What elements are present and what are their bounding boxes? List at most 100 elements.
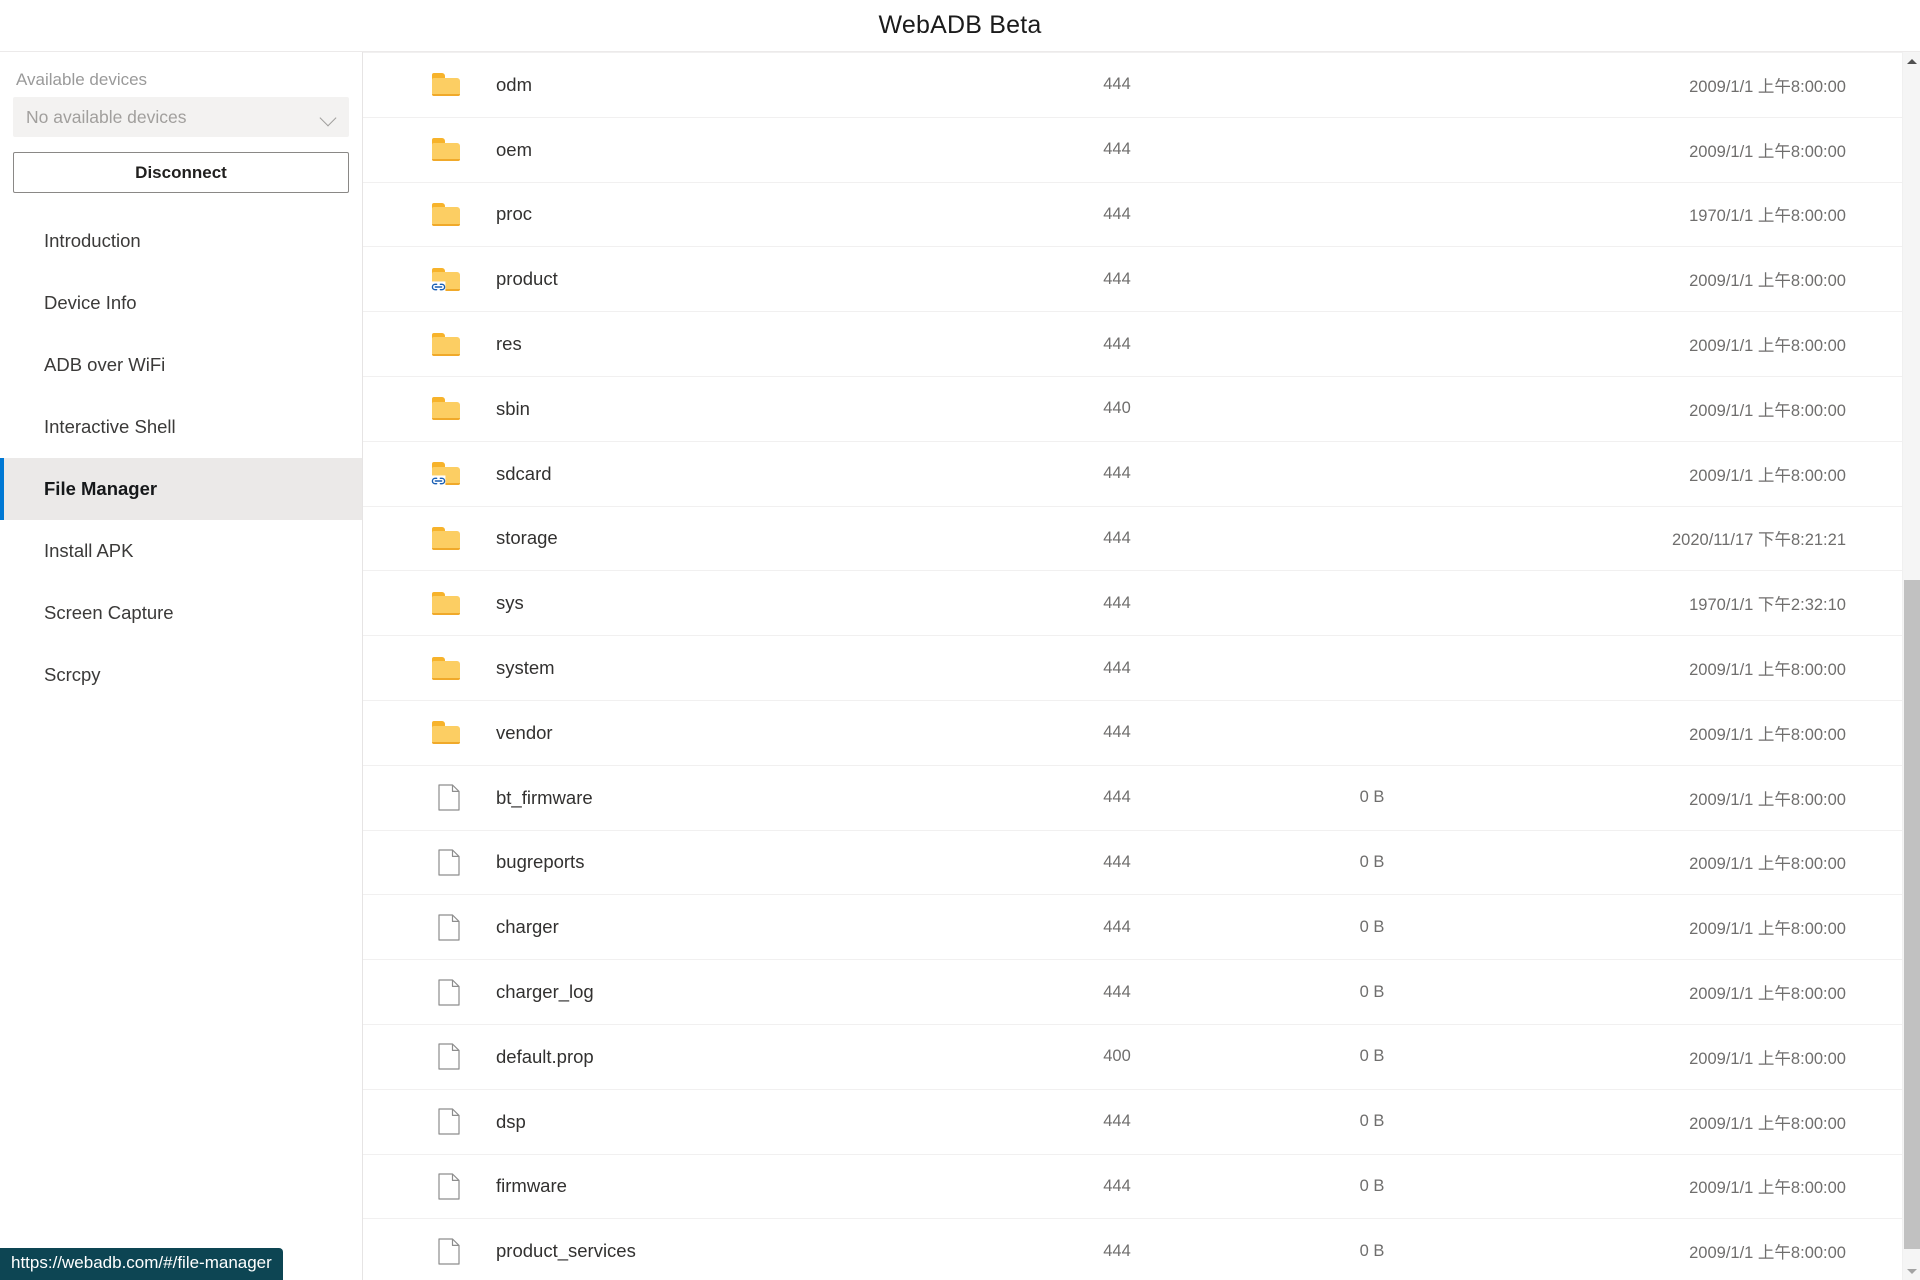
folder-icon [432,526,460,550]
table-row[interactable]: product_services 444 0 B 2009/1/1 上午8:00:00 [363,1219,1902,1280]
file-size-cell [1272,571,1472,636]
file-modified-cell: 2009/1/1 上午8:00:00 [1689,272,1846,291]
sidebar-item-install-apk[interactable]: Install APK [0,520,362,582]
table-row[interactable]: sdcard 444 2009/1/1 上午8:00:00 [363,441,1902,507]
file-icon [438,914,460,941]
triangle-down-icon[interactable] [1903,1262,1920,1280]
triangle-up-icon[interactable] [1903,52,1920,70]
table-row[interactable]: firmware 444 0 B 2009/1/1 上午8:00:00 [363,1154,1902,1219]
device-select-dropdown[interactable]: No available devices [13,97,349,137]
sidebar-item-adb-over-wifi[interactable]: ADB over WiFi [0,334,362,396]
sidebar-item-label: Interactive Shell [44,416,176,437]
table-row[interactable]: oem 444 2009/1/1 上午8:00:00 [363,117,1902,183]
file-list-viewport: odm 444 2009/1/1 上午8:00:00 oem 444 2009/1/1 上… [363,52,1902,1280]
link-badge-icon [431,475,446,487]
file-icon-cell [363,376,478,441]
file-name-cell: odm [496,73,532,95]
file-permission-cell: 444 [1103,204,1131,223]
table-row[interactable]: product 444 2009/1/1 上午8:00:00 [363,247,1902,312]
file-icon-cell [363,895,478,960]
app-root: WebADB Beta Available devices No availab… [0,0,1920,1280]
table-row[interactable]: sbin 440 2009/1/1 上午8:00:00 [363,376,1902,442]
file-icon-cell [363,960,478,1025]
table-row[interactable]: odm 444 2009/1/1 上午8:00:00 [363,52,1902,118]
file-list-body: odm 444 2009/1/1 上午8:00:00 oem 444 2009/1/1 上… [363,52,1902,1280]
file-name-cell: system [496,657,555,679]
table-row[interactable]: charger_log 444 0 B 2009/1/1 上午8:00:00 [363,960,1902,1025]
file-name-cell: sdcard [496,462,552,484]
sidebar-item-label: Scrcpy [44,664,101,685]
sidebar-item-introduction[interactable]: Introduction [0,210,362,272]
sidebar-item-label: Screen Capture [44,602,174,623]
vertical-scrollbar[interactable] [1902,52,1920,1280]
status-bar-url: https://webadb.com/#/file-manager [0,1248,283,1280]
file-list-table: odm 444 2009/1/1 上午8:00:00 oem 444 2009/1/1 上… [363,52,1902,1280]
file-icon-cell [363,182,478,247]
sidebar-item-file-manager[interactable]: File Manager [0,458,362,520]
file-permission-cell: 440 [1103,399,1131,418]
file-size-cell [1272,636,1472,701]
table-row[interactable]: vendor 444 2009/1/1 上午8:00:00 [363,700,1902,766]
table-row[interactable]: system 444 2009/1/1 上午8:00:00 [363,636,1902,701]
file-modified-cell: 2009/1/1 上午8:00:00 [1689,1244,1846,1263]
file-modified-cell: 2009/1/1 上午8:00:00 [1689,661,1846,680]
table-row[interactable]: proc 444 1970/1/1 上午8:00:00 [363,182,1902,247]
file-modified-cell: 2009/1/1 上午8:00:00 [1689,985,1846,1004]
file-name-cell: bugreports [496,851,585,873]
file-permission-cell: 444 [1103,528,1131,547]
table-row[interactable]: res 444 2009/1/1 上午8:00:00 [363,312,1902,377]
file-modified-cell: 1970/1/1 下午2:32:10 [1689,596,1846,615]
disconnect-button[interactable]: Disconnect [13,152,349,193]
file-modified-cell: 2009/1/1 上午8:00:00 [1689,790,1846,809]
file-name-cell: product_services [496,1240,636,1262]
file-name-cell: vendor [496,721,553,743]
sidebar-item-screen-capture[interactable]: Screen Capture [0,582,362,644]
chevron-down-icon [320,109,337,126]
sidebar: Available devices No available devices D… [0,52,363,1280]
sidebar-item-label: Device Info [44,292,137,313]
folder-body [432,725,460,745]
file-name-cell: sbin [496,397,530,419]
folder-body [432,596,460,615]
table-row[interactable]: bt_firmware 444 0 B 2009/1/1 上午8:00:00 [363,765,1902,831]
file-permission-cell: 444 [1103,140,1131,159]
app-body: Available devices No available devices D… [0,52,1920,1280]
file-icon-cell [363,53,478,118]
table-row[interactable]: dsp 444 0 B 2009/1/1 上午8:00:00 [363,1089,1902,1155]
folder-icon [432,73,460,97]
file-permission-cell: 444 [1103,852,1131,871]
file-size-cell [1272,117,1472,182]
file-icon-cell [363,1024,478,1089]
folder-icon [432,721,460,745]
file-modified-cell: 2009/1/1 上午8:00:00 [1689,725,1846,744]
table-row[interactable]: default.prop 400 0 B 2009/1/1 上午8:00:00 [363,1024,1902,1090]
file-permission-cell: 444 [1103,723,1131,742]
table-row[interactable]: storage 444 2020/11/17 下午8:21:21 [363,506,1902,571]
file-size-cell [1272,700,1472,765]
file-permission-cell: 400 [1103,1047,1131,1066]
folder-body [432,531,460,550]
file-icon [438,849,460,876]
file-icon-cell [363,571,478,636]
sidebar-item-interactive-shell[interactable]: Interactive Shell [0,396,362,458]
file-size-cell: 0 B [1359,1241,1385,1260]
file-icon [438,978,460,1006]
file-name-cell: storage [496,527,558,549]
table-row[interactable]: bugreports 444 0 B 2009/1/1 上午8:00:00 [363,830,1902,895]
file-modified-cell: 2009/1/1 上午8:00:00 [1689,337,1846,356]
file-modified-cell: 2020/11/17 下午8:21:21 [1672,531,1846,550]
file-permission-cell: 444 [1103,982,1131,1001]
file-permission-cell: 444 [1103,464,1131,483]
folder-icon [432,397,460,421]
sidebar-item-scrcpy[interactable]: Scrcpy [0,644,362,706]
sidebar-item-label: Install APK [44,540,134,561]
scrollbar-thumb[interactable] [1904,580,1920,1250]
file-icon [438,1238,460,1265]
table-row[interactable]: sys 444 1970/1/1 下午2:32:10 [363,571,1902,636]
table-row[interactable]: charger 444 0 B 2009/1/1 上午8:00:00 [363,895,1902,960]
file-permission-cell: 444 [1103,1241,1131,1260]
file-permission-cell: 444 [1103,334,1131,353]
file-size-cell [1272,506,1472,571]
sidebar-item-device-info[interactable]: Device Info [0,272,362,334]
folder-link-icon [431,267,460,293]
